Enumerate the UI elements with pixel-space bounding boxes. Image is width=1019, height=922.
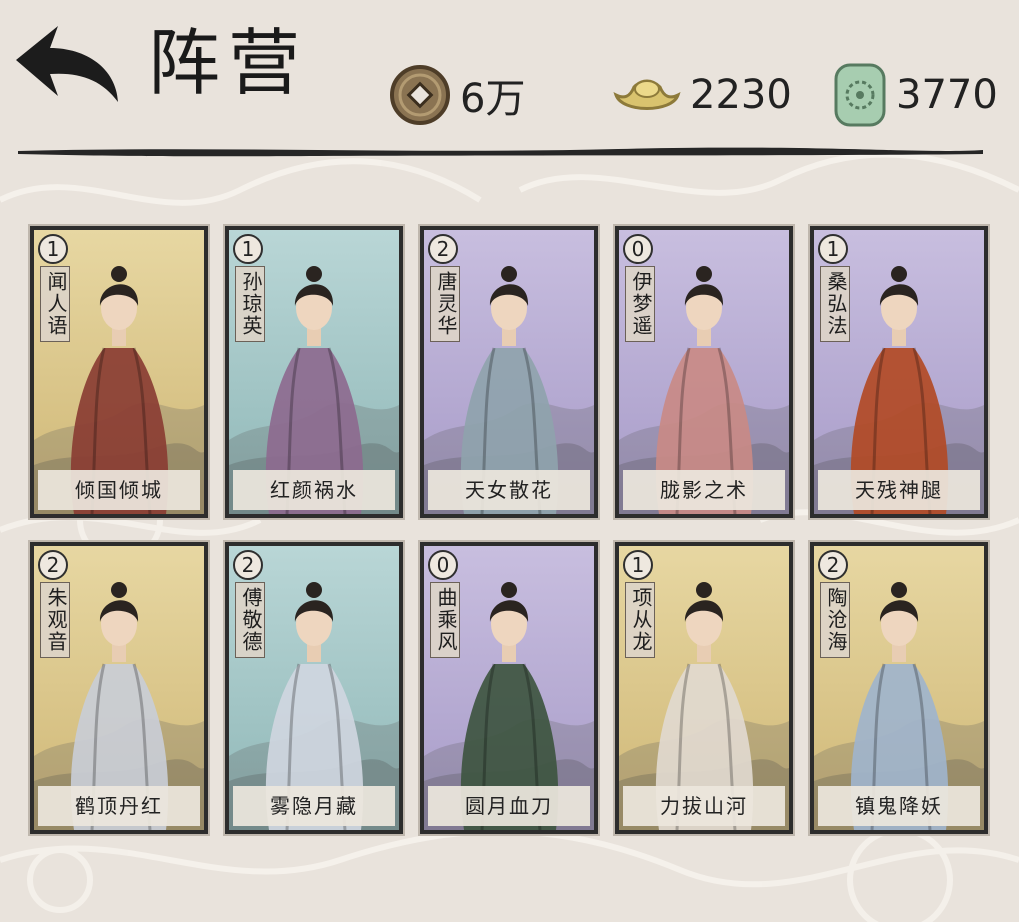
character-name: 项从龙 [625, 582, 655, 658]
character-card[interactable]: 1 项从龙力拔山河 [613, 540, 795, 836]
skill-name: 红颜祸水 [233, 470, 395, 510]
skill-name: 鹤顶丹红 [38, 786, 200, 826]
character-name: 唐灵华 [430, 266, 460, 342]
character-name: 伊梦遥 [625, 266, 655, 342]
skill-name: 胧影之术 [623, 470, 785, 510]
cost-badge: 1 [623, 550, 653, 580]
skill-name: 天残神腿 [818, 470, 980, 510]
jade-token-value: 3770 [896, 72, 998, 118]
character-name: 桑弘法 [820, 266, 850, 342]
jade-token-icon [834, 63, 886, 127]
character-card[interactable]: 2 傅敬德雾隐月藏 [223, 540, 405, 836]
cost-badge: 1 [818, 234, 848, 264]
copper-coin-counter: 6万 [388, 60, 525, 130]
skill-name: 力拔山河 [623, 786, 785, 826]
cost-badge: 2 [428, 234, 458, 264]
back-arrow-icon[interactable] [6, 18, 126, 108]
character-name: 朱观音 [40, 582, 70, 658]
cost-badge: 2 [233, 550, 263, 580]
skill-name: 圆月血刀 [428, 786, 590, 826]
gold-ingot-icon [613, 79, 681, 110]
skill-name: 雾隐月藏 [233, 786, 395, 826]
skill-name: 倾国倾城 [38, 470, 200, 510]
cost-badge: 2 [818, 550, 848, 580]
character-name: 傅敬德 [235, 582, 265, 658]
character-name: 闻人语 [40, 266, 70, 342]
ink-divider [18, 147, 983, 157]
character-card[interactable]: 0 曲乘风圆月血刀 [418, 540, 600, 836]
character-card[interactable]: 2 朱观音鹤顶丹红 [28, 540, 210, 836]
header-bar: 阵营 6万 2230 3770 [0, 0, 1019, 170]
cost-badge: 1 [233, 234, 263, 264]
character-card[interactable]: 2 陶沧海镇鬼降妖 [808, 540, 990, 836]
copper-coin-icon [390, 65, 450, 125]
character-card[interactable]: 0 伊梦遥胧影之术 [613, 224, 795, 520]
character-name: 陶沧海 [820, 582, 850, 658]
character-card[interactable]: 1 桑弘法天残神腿 [808, 224, 990, 520]
cost-badge: 0 [428, 550, 458, 580]
character-name: 曲乘风 [430, 582, 460, 658]
character-name: 孙琼英 [235, 266, 265, 342]
cost-badge: 0 [623, 234, 653, 264]
cost-badge: 1 [38, 234, 68, 264]
gold-ingot-value: 2230 [690, 72, 792, 118]
character-card[interactable]: 2 唐灵华天女散花 [418, 224, 600, 520]
cost-badge: 2 [38, 550, 68, 580]
character-card[interactable]: 1 孙琼英红颜祸水 [223, 224, 405, 520]
character-card[interactable]: 1 闻人语倾国倾城 [28, 224, 210, 520]
skill-name: 镇鬼降妖 [818, 786, 980, 826]
page-title: 阵营 [148, 21, 309, 105]
jade-token-counter: 3770 [832, 60, 998, 130]
skill-name: 天女散花 [428, 470, 590, 510]
gold-ingot-counter: 2230 [612, 60, 792, 130]
copper-coin-value: 6万 [460, 76, 526, 122]
